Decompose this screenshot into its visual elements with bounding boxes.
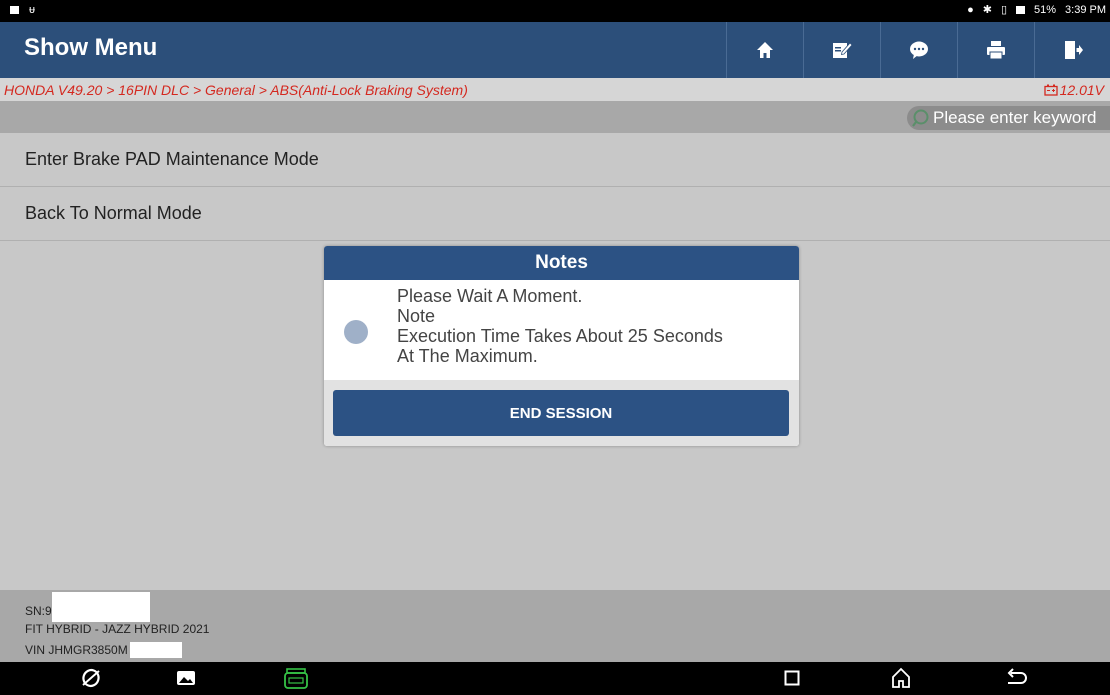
location-icon: ●	[967, 4, 974, 16]
vibrate-icon: ▯	[1000, 4, 1007, 16]
vin-row: VIN JHMGR3850M	[25, 642, 182, 658]
breadcrumb-bar: HONDA V49.20 > 16PIN DLC > General > ABS…	[0, 78, 1110, 101]
battery-level: 51%	[1034, 4, 1057, 16]
battery-voltage: 12.01V	[1043, 82, 1104, 98]
toolbar	[726, 22, 1110, 78]
dialog-line: At The Maximum.	[397, 346, 538, 366]
page-title: Show Menu	[24, 34, 158, 61]
print-button[interactable]	[957, 22, 1034, 78]
edit-button[interactable]	[803, 22, 880, 78]
vehicle-model: FIT HYBRID - JAZZ HYBRID 2021	[25, 622, 210, 636]
dialog-message: Please Wait A Moment. Note Execution Tim…	[397, 286, 723, 366]
end-session-button[interactable]: END SESSION	[333, 390, 789, 436]
chat-button[interactable]	[880, 22, 957, 78]
search-input[interactable]: Please enter keyword	[907, 106, 1110, 130]
serial-number-row: SN:9	[25, 592, 150, 622]
exit-icon	[1065, 41, 1083, 59]
print-icon	[987, 41, 1005, 60]
status-dot-icon	[344, 320, 368, 344]
home-nav-icon[interactable]	[891, 667, 911, 689]
gallery-icon[interactable]	[176, 667, 196, 689]
vci-icon[interactable]	[283, 667, 309, 691]
home-button[interactable]	[726, 22, 803, 78]
exit-button[interactable]	[1034, 22, 1110, 78]
navigation-bar	[0, 662, 1110, 695]
dialog-footer: END SESSION	[324, 380, 799, 446]
menu-item-back-to-normal-mode[interactable]: Back To Normal Mode	[0, 187, 1110, 241]
chat-icon	[910, 41, 928, 59]
car-battery-icon	[1043, 84, 1058, 96]
bluetooth-icon: ✱	[982, 4, 992, 16]
serial-number: SN:9	[25, 604, 52, 618]
recent-apps-icon[interactable]	[784, 670, 800, 686]
dialog-line: Execution Time Takes About 25 Seconds	[397, 326, 723, 346]
edit-icon	[833, 42, 852, 58]
dialog-line: Please Wait A Moment.	[397, 286, 583, 306]
search-bar: Please enter keyword	[0, 101, 1110, 133]
menu-item-label: Back To Normal Mode	[25, 203, 202, 223]
notes-dialog: Notes Please Wait A Moment. Note Executi…	[324, 246, 799, 446]
menu-item-enter-brake-pad-mode[interactable]: Enter Brake PAD Maintenance Mode	[0, 133, 1110, 187]
dialog-line: Note	[397, 306, 436, 326]
stethoscope-icon: ᵾ	[29, 4, 36, 16]
vehicle-info: SN:9 FIT HYBRID - JAZZ HYBRID 2021 VIN J…	[0, 590, 1110, 662]
vin: VIN JHMGR3850M	[25, 643, 128, 657]
home-icon	[757, 42, 773, 58]
battery-icon	[1016, 6, 1025, 14]
notification-image-icon	[10, 6, 19, 14]
search-icon	[912, 109, 929, 127]
redacted-block	[129, 642, 182, 658]
dialog-body: Please Wait A Moment. Note Execution Tim…	[324, 280, 799, 380]
voltage-value: 12.01V	[1059, 82, 1104, 98]
function-menu: Enter Brake PAD Maintenance Mode Back To…	[0, 133, 1110, 241]
breadcrumb: HONDA V49.20 > 16PIN DLC > General > ABS…	[4, 82, 468, 98]
browser-icon[interactable]	[80, 667, 102, 689]
redacted-block	[51, 592, 150, 622]
title-bar: Show Menu	[0, 22, 1110, 78]
status-bar: ᵾ ● ✱ ▯ 51% 3:39 PM	[0, 0, 1110, 22]
dialog-title: Notes	[324, 246, 799, 280]
clock: 3:39 PM	[1065, 4, 1106, 16]
menu-item-label: Enter Brake PAD Maintenance Mode	[25, 149, 319, 169]
back-icon[interactable]	[1005, 667, 1027, 689]
search-placeholder: Please enter keyword	[933, 108, 1097, 127]
